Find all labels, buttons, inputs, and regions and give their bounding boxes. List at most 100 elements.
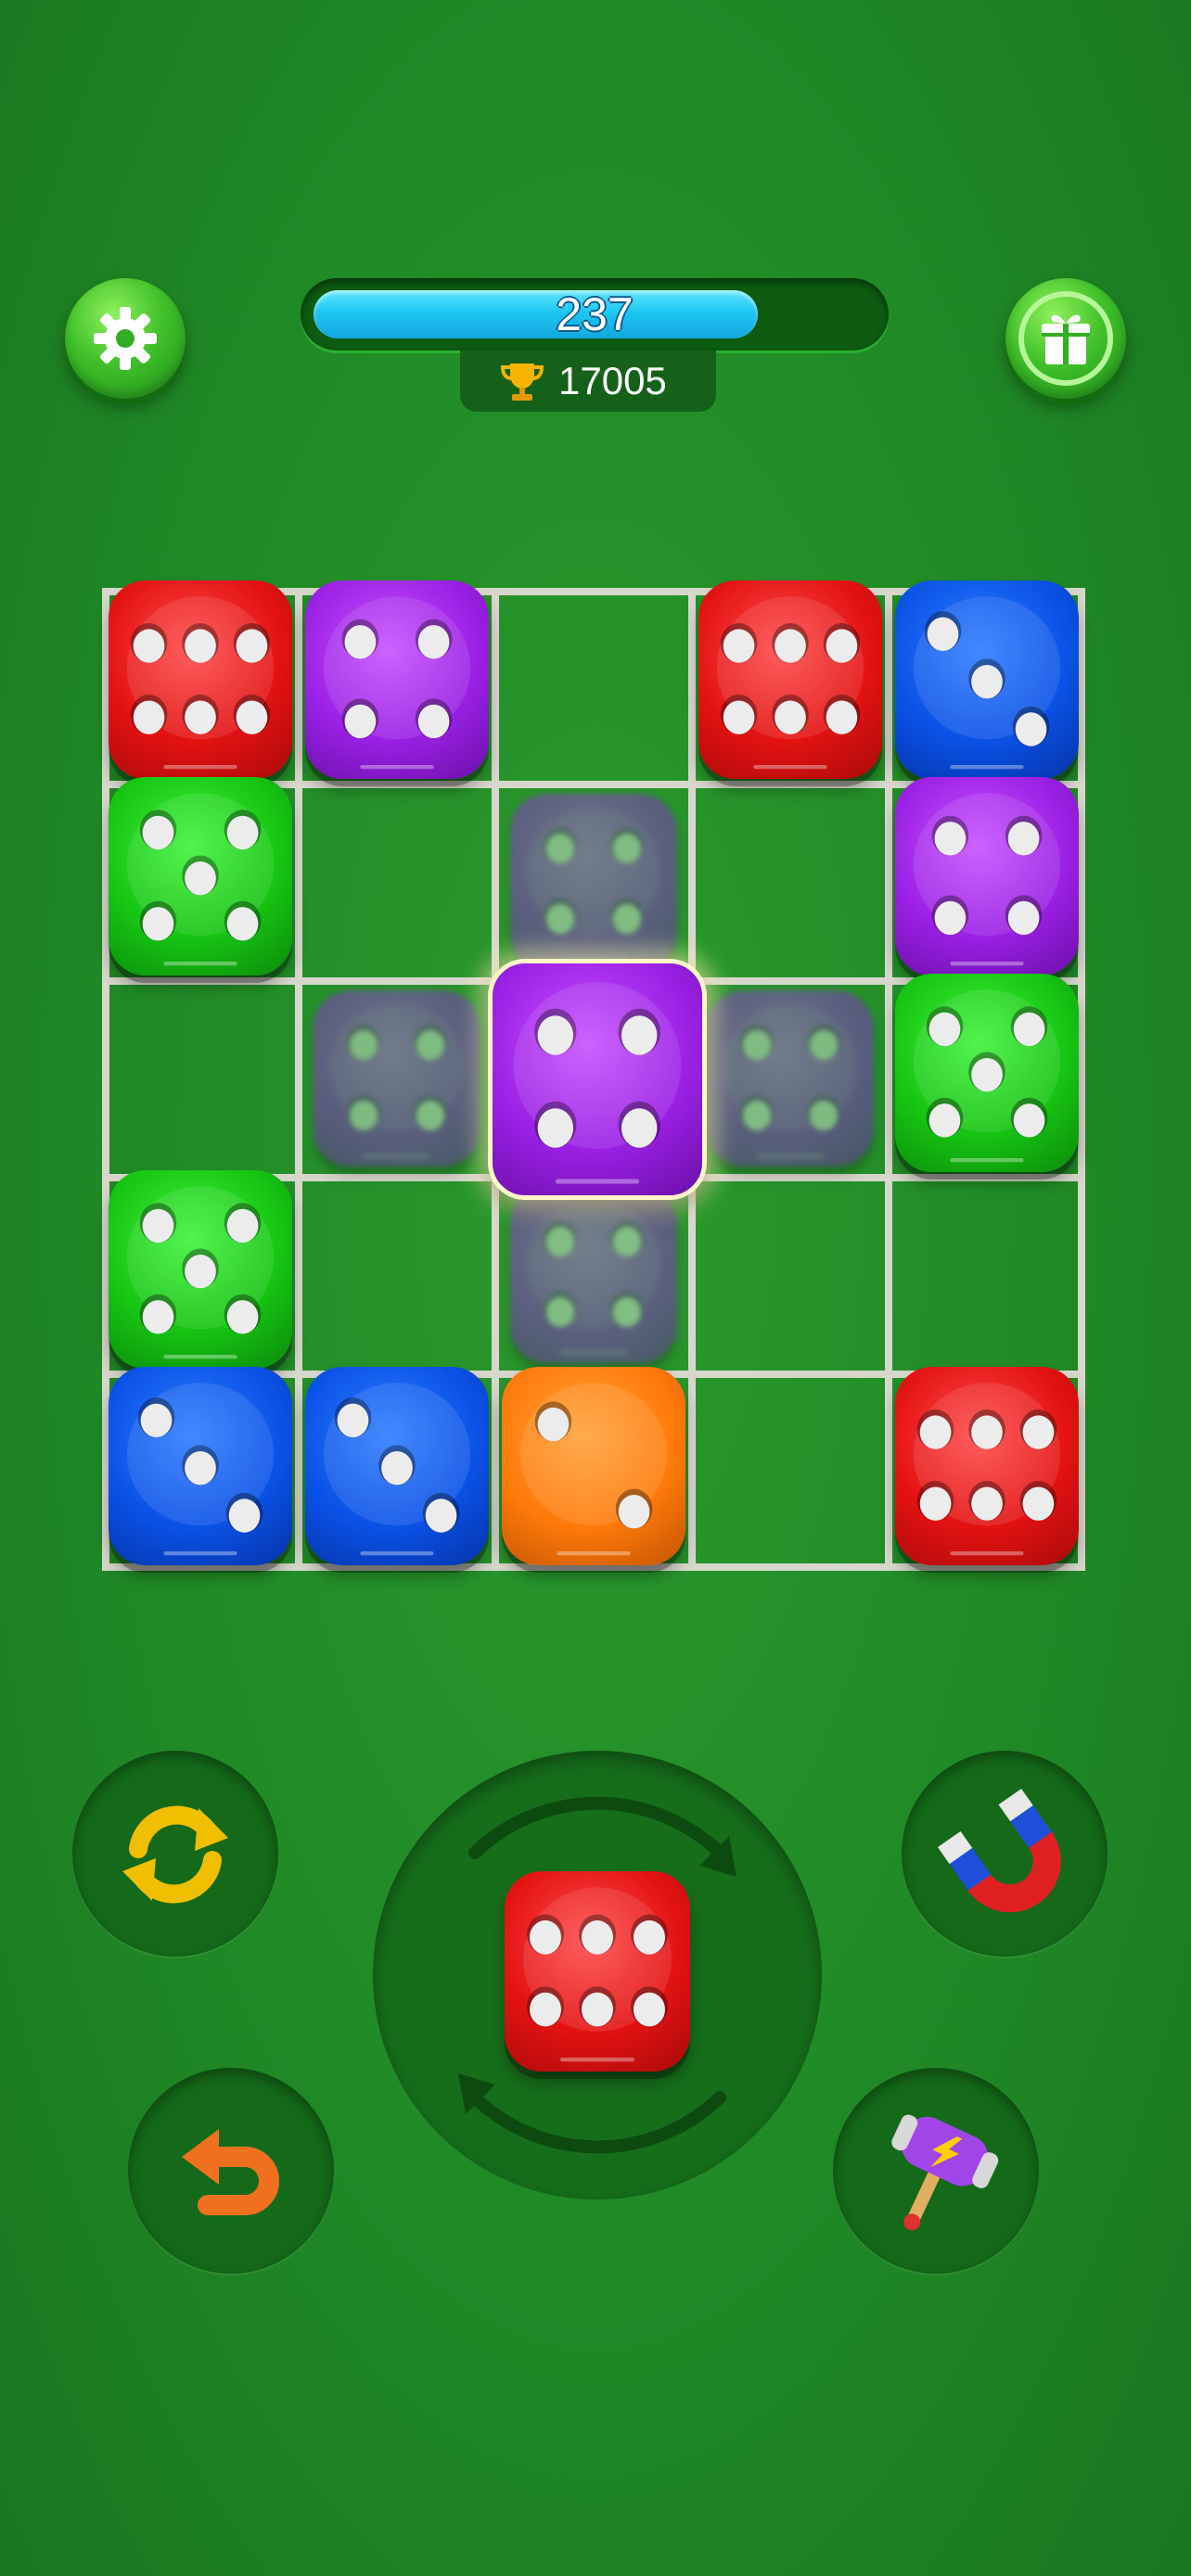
pip <box>723 700 755 734</box>
next-die-face[interactable] <box>505 1871 690 2072</box>
pip <box>919 1415 952 1449</box>
pip <box>142 907 174 941</box>
pip <box>142 1208 174 1243</box>
pip <box>971 1486 1003 1521</box>
pip <box>236 700 268 734</box>
pip <box>928 1012 961 1047</box>
grid-line-vertical <box>1078 588 1085 1571</box>
pip <box>530 1919 561 1955</box>
pip <box>545 1296 575 1328</box>
pip <box>612 1296 642 1328</box>
score-panel: 17005 <box>460 351 716 412</box>
next-die-slot[interactable] <box>373 1751 822 2200</box>
die-pips <box>519 1383 668 1556</box>
gear-icon <box>94 307 157 370</box>
pip <box>618 1495 650 1529</box>
pip <box>349 1100 378 1131</box>
pip <box>621 1015 658 1055</box>
settings-button[interactable] <box>65 278 186 399</box>
hammer-button[interactable] <box>833 2068 1039 2274</box>
pip <box>826 700 858 734</box>
green-die-5[interactable] <box>109 777 292 976</box>
grid-line-vertical <box>295 588 302 1571</box>
green-die-5[interactable] <box>109 1170 292 1369</box>
pip <box>226 1300 259 1334</box>
hammer-icon <box>891 2114 999 2231</box>
die-pips <box>913 793 1061 966</box>
die-pips <box>913 1383 1061 1556</box>
pip <box>742 1029 772 1061</box>
pip <box>928 1103 961 1138</box>
pip <box>826 629 858 663</box>
pip <box>775 700 806 734</box>
pip <box>226 907 259 941</box>
pip <box>228 1498 261 1533</box>
magnet-button[interactable] <box>902 1751 1108 1957</box>
blue-die-3[interactable] <box>109 1367 292 1565</box>
pip <box>634 1992 665 2027</box>
pip <box>934 900 967 936</box>
pip <box>1013 1103 1045 1138</box>
die-pips <box>330 1004 464 1158</box>
pip <box>185 861 216 896</box>
pip <box>612 903 642 935</box>
pip <box>919 1486 952 1521</box>
die-pips <box>323 1383 471 1556</box>
undo-button[interactable] <box>128 2068 334 2274</box>
game-board[interactable] <box>102 580 1085 1571</box>
magnet-icon <box>937 1788 1061 1913</box>
selected-die[interactable] <box>488 959 707 1200</box>
pip <box>417 704 450 739</box>
pip <box>1013 1012 1045 1047</box>
purple-die-4[interactable] <box>895 777 1079 976</box>
trophy-icon <box>500 363 544 401</box>
undo-icon <box>182 2129 279 2215</box>
score-value: 17005 <box>558 359 667 402</box>
red-die-6[interactable] <box>895 1367 1079 1565</box>
pip <box>723 629 755 663</box>
pip <box>1015 712 1047 746</box>
die-pips <box>527 808 660 962</box>
red-die-6[interactable] <box>109 580 292 779</box>
blue-die-3[interactable] <box>895 580 1079 779</box>
pip <box>236 629 268 663</box>
pip <box>775 629 806 663</box>
pip <box>417 625 450 659</box>
pip <box>537 1108 574 1148</box>
ghost-preview-die <box>510 1187 677 1363</box>
refresh-button[interactable] <box>72 1751 278 1957</box>
purple-die-4[interactable] <box>305 580 489 779</box>
pip <box>416 1029 445 1061</box>
pip <box>1007 900 1040 936</box>
red-die-6[interactable] <box>698 580 882 779</box>
pip <box>185 629 216 663</box>
ghost-preview-die <box>510 794 677 970</box>
die-pips <box>523 1887 672 2062</box>
pip <box>185 1450 216 1486</box>
pip <box>621 1108 658 1148</box>
orange-die-2[interactable] <box>502 1367 685 1565</box>
die-pips <box>913 989 1061 1163</box>
pip <box>416 1100 445 1131</box>
pip <box>1022 1486 1055 1521</box>
pip <box>809 1029 839 1061</box>
pip <box>530 1992 561 2027</box>
blue-die-3[interactable] <box>305 1367 489 1565</box>
pip <box>971 1057 1003 1092</box>
die-pips <box>913 596 1061 770</box>
pip <box>971 1415 1003 1449</box>
refresh-icon <box>122 1805 228 1904</box>
pip <box>927 617 959 651</box>
green-die-5[interactable] <box>895 974 1079 1172</box>
pip <box>537 1015 574 1055</box>
pip <box>612 1226 642 1257</box>
pip <box>185 700 216 734</box>
pip <box>344 625 377 659</box>
pip <box>742 1100 772 1131</box>
die-pips <box>126 793 275 966</box>
pip <box>545 1226 575 1257</box>
gift-icon <box>1042 314 1090 364</box>
gift-button[interactable] <box>1005 278 1126 399</box>
die-pips <box>126 596 275 770</box>
pip <box>934 822 967 856</box>
